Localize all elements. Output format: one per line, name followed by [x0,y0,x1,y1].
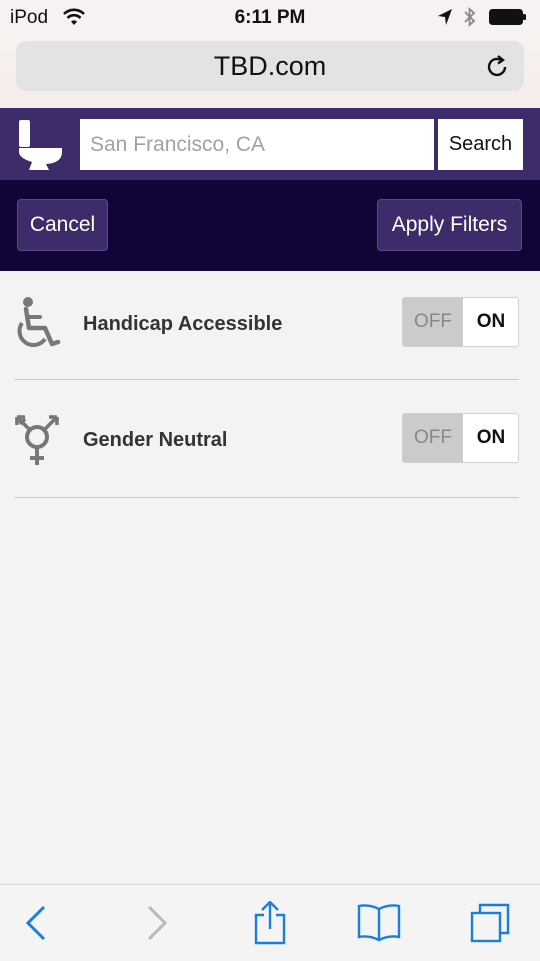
toggle-off-option[interactable]: OFF [403,298,463,346]
clock: 6:11 PM [234,7,306,28]
browser-chrome: TBD.com [0,36,540,108]
app-header: Search [0,108,540,180]
tabs-icon[interactable] [468,901,512,945]
reload-icon[interactable] [484,54,510,80]
filter-row-gender-neutral: Gender Neutral OFF ON [0,383,540,500]
filter-label: Gender Neutral [83,429,228,451]
search-button[interactable]: Search [438,119,523,170]
browser-toolbar [0,884,540,961]
divider [14,497,519,498]
wheelchair-icon [17,297,61,347]
url-text: TBD.com [213,51,327,81]
bluetooth-icon [464,6,476,28]
share-icon[interactable] [248,901,292,945]
toggle-off-option[interactable]: OFF [403,414,463,462]
filter-action-bar: Cancel Apply Filters [0,180,540,271]
filter-label: Handicap Accessible [83,313,283,335]
apply-filters-button[interactable]: Apply Filters [377,199,522,251]
bookmarks-icon[interactable] [357,901,401,945]
toggle-on-option[interactable]: ON [463,414,518,462]
status-bar: iPod 6:11 PM [0,0,540,36]
gender-neutral-toggle[interactable]: OFF ON [402,413,519,463]
address-bar[interactable]: TBD.com [16,41,524,91]
battery-icon [489,9,526,25]
search-input[interactable] [80,119,434,170]
cancel-button[interactable]: Cancel [17,199,108,251]
forward-icon[interactable] [135,901,179,945]
filter-row-handicap: Handicap Accessible OFF ON [0,266,540,383]
divider [14,379,519,380]
handicap-toggle[interactable]: OFF ON [402,297,519,347]
location-arrow-icon [438,9,452,25]
toggle-on-option[interactable]: ON [463,298,518,346]
toilet-icon[interactable] [16,118,64,172]
back-icon[interactable] [16,901,60,945]
transgender-icon [15,415,59,465]
